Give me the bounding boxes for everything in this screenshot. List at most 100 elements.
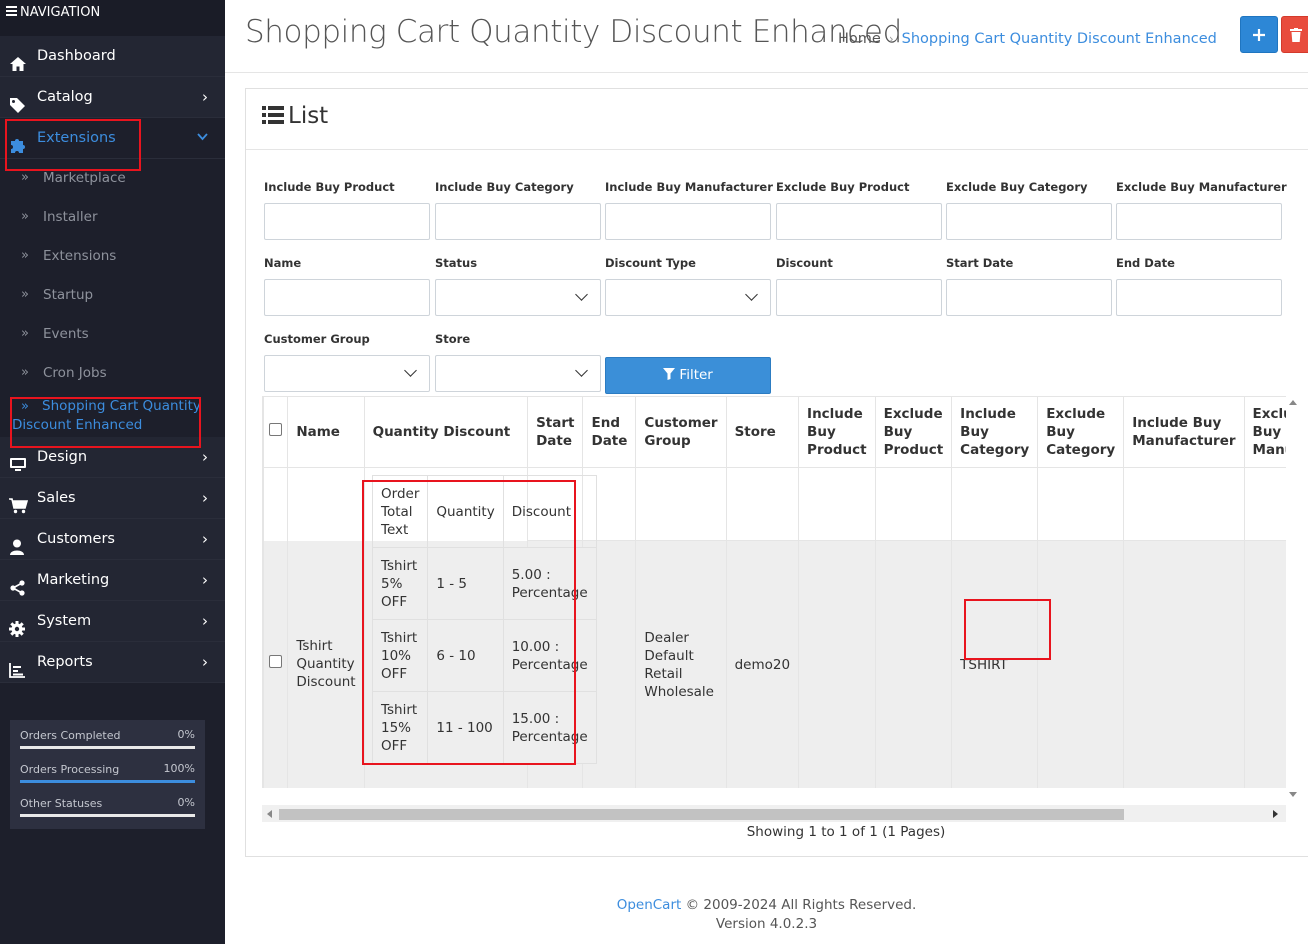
exclude-buy-manufacturer-input[interactable] <box>1116 203 1282 240</box>
plus-icon <box>1253 29 1265 41</box>
tier-row: Tshirt 10% OFF 6 - 10 10.00 : Percentage <box>371 619 597 692</box>
stat-label: Other Statuses <box>20 797 103 810</box>
list-icon <box>262 90 284 124</box>
sub-item-events[interactable]: » Events <box>0 315 225 354</box>
store-select[interactable] <box>435 355 601 392</box>
select-all-checkbox[interactable] <box>269 423 283 436</box>
column-header-include-buy-category[interactable]: Include Buy Category <box>951 396 1039 468</box>
nav-item-catalog[interactable]: Catalog › <box>0 77 225 118</box>
sub-item-label: Installer <box>43 209 98 225</box>
table-cell <box>287 467 365 541</box>
nav-item-sales[interactable]: Sales › <box>0 478 225 519</box>
nav-item-label: Dashboard <box>37 48 116 64</box>
table-cell <box>1243 467 1286 541</box>
list-card: List Include Buy Product Include Buy Cat… <box>245 88 1308 857</box>
nav-item-system[interactable]: System › <box>0 601 225 642</box>
opencart-link[interactable]: OpenCart <box>617 897 682 913</box>
include-buy-manufacturer-input[interactable] <box>605 203 771 240</box>
include-buy-category-input[interactable] <box>435 203 601 240</box>
nav-item-label: Marketing <box>37 572 110 588</box>
sub-item-startup[interactable]: » Startup <box>0 276 225 315</box>
column-header-include-buy-product[interactable]: Include Buy Product <box>798 396 876 468</box>
name-input[interactable] <box>264 279 430 316</box>
cell-exclude-buy-manufacturer <box>1243 540 1286 788</box>
sub-item-shopping-cart-quantity-discount[interactable]: » Shopping Cart Quantity Discount Enhance… <box>0 393 225 437</box>
filter-label-include-buy-product: Include Buy Product <box>264 180 395 194</box>
nav-item-design[interactable]: Design › <box>0 437 225 478</box>
column-header-exclude-buy-category[interactable]: Exclude Buy Category <box>1037 396 1125 468</box>
customer-group-select[interactable] <box>264 355 430 392</box>
footer-copyright-line: OpenCart © 2009-2024 All Rights Reserved… <box>225 896 1308 915</box>
chevron-down-icon <box>404 364 417 377</box>
chevron-down-icon <box>745 288 758 301</box>
horizontal-scrollbar[interactable] <box>262 805 1286 822</box>
nav-item-label: Catalog <box>37 89 93 105</box>
chevron-right-icon: › <box>202 653 208 671</box>
include-buy-product-input[interactable] <box>264 203 430 240</box>
breadcrumb-current[interactable]: Shopping Cart Quantity Discount Enhanced <box>902 31 1217 47</box>
column-header-end-date[interactable]: End Date <box>582 396 637 468</box>
table-header-row: Name Quantity Discount Start Date End Da… <box>263 396 1286 468</box>
vertical-scrollbar[interactable] <box>1286 396 1300 802</box>
horizontal-scrollbar-thumb[interactable] <box>279 809 1124 820</box>
sub-item-label: Cron Jobs <box>43 365 107 381</box>
table-cell <box>263 467 289 541</box>
delete-button[interactable] <box>1281 16 1308 53</box>
add-button[interactable] <box>1240 16 1278 53</box>
end-date-input[interactable] <box>1116 279 1282 316</box>
nav-item-dashboard[interactable]: Dashboard <box>0 36 225 77</box>
navigation-header[interactable]: NAVIGATION <box>0 0 225 36</box>
filter-label-exclude-buy-category: Exclude Buy Category <box>946 180 1088 194</box>
cell-exclude-buy-product <box>874 540 953 788</box>
scroll-down-arrow-icon[interactable] <box>1289 792 1297 797</box>
tier-discount: 15.00 : Percentage <box>502 691 597 764</box>
filter-label-include-buy-manufacturer: Include Buy Manufacturer <box>605 180 773 194</box>
scroll-right-arrow-icon[interactable] <box>1273 810 1278 818</box>
nav-item-reports[interactable]: Reports › <box>0 642 225 683</box>
filter-button[interactable]: Filter <box>605 357 771 394</box>
column-header-exclude-buy-product[interactable]: Exclude Buy Product <box>874 396 953 468</box>
discount-table-wrapper[interactable]: Name Quantity Discount Start Date End Da… <box>262 396 1286 788</box>
exclude-buy-product-input[interactable] <box>776 203 942 240</box>
sub-item-extensions[interactable]: » Extensions <box>0 237 225 276</box>
filter-label-start-date: Start Date <box>946 256 1014 270</box>
sub-item-installer[interactable]: » Installer <box>0 198 225 237</box>
chevron-right-icon: › <box>202 612 208 630</box>
discount-input[interactable] <box>776 279 942 316</box>
exclude-buy-category-input[interactable] <box>946 203 1112 240</box>
monitor-icon <box>9 449 27 471</box>
column-header-start-date[interactable]: Start Date <box>527 396 584 468</box>
stat-percent: 0% <box>177 796 195 809</box>
nav-item-label: Customers <box>37 531 115 547</box>
sub-item-label: Shopping Cart Quantity Discount Enhanced <box>12 398 201 433</box>
filter-label-store: Store <box>435 332 471 346</box>
sub-item-cron-jobs[interactable]: » Cron Jobs <box>0 354 225 393</box>
column-header-store[interactable]: Store <box>725 396 800 468</box>
status-select[interactable] <box>435 279 601 316</box>
start-date-input[interactable] <box>946 279 1112 316</box>
nav-item-marketing[interactable]: Marketing › <box>0 560 225 601</box>
scroll-left-arrow-icon[interactable] <box>267 810 272 818</box>
nav-item-label: Design <box>37 449 88 465</box>
column-header-customer-group[interactable]: Customer Group <box>635 396 727 468</box>
nav-item-customers[interactable]: Customers › <box>0 519 225 560</box>
scroll-up-arrow-icon[interactable] <box>1289 400 1297 405</box>
filter-label-end-date: End Date <box>1116 256 1175 270</box>
row-checkbox[interactable] <box>269 655 283 669</box>
double-chevron-icon: » <box>21 287 29 302</box>
column-header-quantity-discount[interactable]: Quantity Discount <box>363 396 529 468</box>
tier-header-quantity: Quantity <box>427 475 504 548</box>
hamburger-icon[interactable] <box>6 0 17 26</box>
row-select-cell <box>263 540 289 788</box>
sub-item-label: Extensions <box>43 248 117 264</box>
discount-type-select[interactable] <box>605 279 771 316</box>
double-chevron-icon: » <box>21 248 29 263</box>
column-header-include-buy-manufacturer[interactable]: Include Buy Manufacturer <box>1123 396 1245 468</box>
table-cell <box>1037 467 1125 541</box>
sub-item-marketplace[interactable]: » Marketplace <box>0 159 225 198</box>
nav-item-extensions[interactable]: Extensions <box>0 118 225 159</box>
column-header-name[interactable]: Name <box>287 396 365 468</box>
column-header-exclude-buy-manufacturer[interactable]: Exclude Buy Manufa <box>1243 396 1286 468</box>
chevron-right-icon: › <box>202 88 208 106</box>
breadcrumb-home[interactable]: Home <box>838 31 881 47</box>
